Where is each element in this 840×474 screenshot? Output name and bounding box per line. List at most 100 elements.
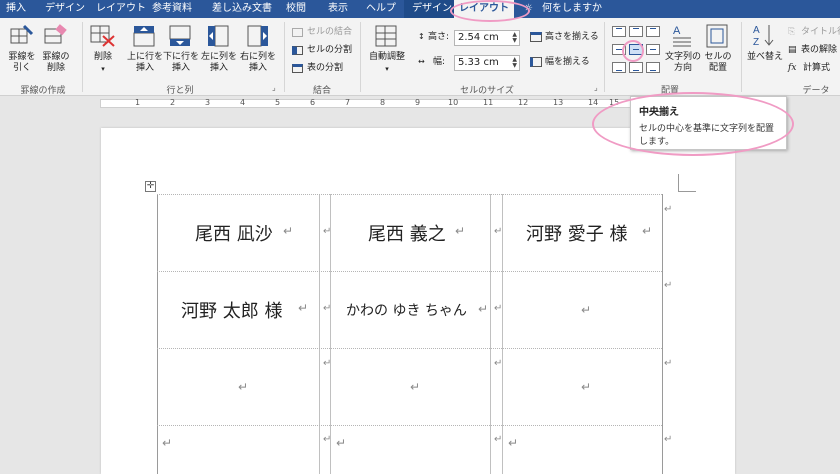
cell-end-mark: ↵ [323,303,332,314]
align-bottom-center-icon[interactable] [629,62,643,73]
tab-help[interactable]: ヘルプ [366,0,396,18]
tab-layout-page[interactable]: レイアウト [96,0,146,18]
distribute-rows-icon [530,32,542,42]
tab-insert[interactable]: 挿入 [6,0,30,18]
spinner-arrows-icon[interactable]: ▲ ▼ [512,32,517,44]
split-cells-button[interactable]: セルの分割 [307,44,352,56]
table-cell[interactable]: 河野 愛子 様 [526,220,627,246]
autofit-icon[interactable] [374,24,398,48]
merge-cells-button[interactable]: セルの結合 [307,26,352,38]
sort-label[interactable]: 並べ替え [746,52,784,63]
tell-me-search[interactable]: 何をしますか [542,0,612,18]
tab-review[interactable]: 校閲 [286,0,310,18]
return-mark: ↵ [410,380,421,394]
return-mark: ↵ [455,224,466,238]
tab-references[interactable]: 参考資料 [152,0,196,18]
align-top-right-icon[interactable] [646,26,660,37]
repeat-header-icon: ⎘ [788,27,796,37]
draw-border-label[interactable]: 罫線を 引く [6,52,38,74]
cell-end-mark: ↵ [494,434,503,445]
return-mark: ↵ [162,436,173,450]
chevron-down-icon[interactable]: ▾ [382,64,392,75]
delete-label[interactable]: 削除 [88,52,118,63]
table-cell[interactable]: かわの ゆき ちゃん [346,300,467,320]
separator [284,22,285,92]
table-border [157,425,662,426]
dialog-launcher-icon[interactable]: ⌟ [272,83,276,92]
insert-above-label[interactable]: 上に行を 挿入 [126,52,164,74]
group-merge: 結合 [312,86,331,96]
align-bottom-left-icon[interactable] [612,62,626,73]
separator [604,22,605,92]
return-mark: ↵ [336,436,347,450]
formula-button[interactable]: 計算式 [803,62,830,74]
align-top-center-icon[interactable] [629,26,643,37]
ruler-number: 13 [553,98,564,107]
ruler-number: 8 [380,98,386,107]
delete-table-icon[interactable] [90,24,116,48]
convert-to-text-button[interactable]: 表の解除 [801,44,837,56]
return-mark: ↵ [581,380,592,394]
table-border [490,194,491,474]
draw-table-icon[interactable] [10,24,34,46]
table-cell[interactable]: 尾西 義之 [368,220,446,246]
tab-design[interactable]: デザイン [45,0,85,18]
autofit-label[interactable]: 自動調整 [366,52,408,63]
width-label: 幅: [433,57,446,67]
cell-end-mark: ↵ [494,303,503,314]
insert-above-icon[interactable] [132,24,156,48]
insert-below-icon[interactable] [168,24,192,48]
insert-below-label[interactable]: 下に行を 挿入 [162,52,200,74]
row-height-input[interactable]: 2.54 cm ▲ ▼ [454,30,520,46]
split-table-icon [292,64,303,73]
cell-end-mark: ↵ [494,358,503,369]
insert-right-icon[interactable] [246,24,270,48]
tab-table-design[interactable]: デザイン [404,0,454,18]
eraser-icon[interactable] [44,24,68,46]
separator [360,22,361,92]
tab-view[interactable]: 表示 [328,0,352,18]
chevron-down-icon[interactable]: ▾ [98,64,108,75]
ruler-number: 14 [588,98,599,107]
return-mark: ↵ [478,302,489,316]
text-direction-label[interactable]: 文字列の 方向 [662,52,704,74]
table-cell[interactable]: 尾西 凪沙 [195,220,273,246]
eraser-label[interactable]: 罫線の 削除 [40,52,72,74]
text-direction-icon[interactable]: A [670,22,694,48]
dialog-launcher-icon[interactable]: ⌟ [594,83,598,92]
row-end-mark: ↵ [664,434,673,445]
formula-icon: fx [788,63,797,73]
separator [741,22,742,92]
column-width-input[interactable]: 5.33 cm ▲ ▼ [454,55,520,71]
cell-margins-icon[interactable] [706,24,728,48]
split-table-button[interactable]: 表の分割 [307,62,343,74]
table-cell[interactable]: 河野 太郎 様 [181,297,282,323]
distribute-rows-button[interactable]: 高さを揃える [545,31,599,43]
tab-mailings[interactable]: 差し込み文書 [212,0,272,18]
insert-left-label[interactable]: 左に列を 挿入 [200,52,238,74]
insert-right-label[interactable]: 右に列を 挿入 [238,52,278,74]
ruler-number: 7 [345,98,351,107]
distribute-cols-button[interactable]: 幅を揃える [545,56,590,68]
align-top-left-icon[interactable] [612,26,626,37]
width-icon: ↔ [418,57,425,66]
align-center-right-icon[interactable] [646,44,660,55]
ribbon: 罫線を 引く 罫線の 削除 罫線の作成 削除 ▾ 上に行を 挿入 下に行を 挿入… [0,18,840,96]
sort-icon[interactable]: AZ [752,22,776,48]
convert-icon: ▤ [788,45,797,55]
distribute-cols-icon [530,57,542,67]
align-bottom-right-icon[interactable] [646,62,660,73]
table-move-handle-icon[interactable]: ✛ [145,181,156,192]
ruler-number: 10 [448,98,459,107]
highlight-oval-align-button [622,40,644,62]
insert-left-icon[interactable] [206,24,230,48]
height-icon: ↕ [418,32,425,41]
repeat-header-button[interactable]: タイトル行 [801,26,840,38]
table-border [157,194,662,195]
cell-margins-label[interactable]: セルの 配置 [700,52,736,74]
return-mark: ↵ [283,224,294,238]
height-label: 高さ: [428,32,450,42]
spinner-arrows-icon[interactable]: ▲ ▼ [512,57,517,69]
merge-cells-icon [292,28,303,37]
table-border [662,194,663,474]
